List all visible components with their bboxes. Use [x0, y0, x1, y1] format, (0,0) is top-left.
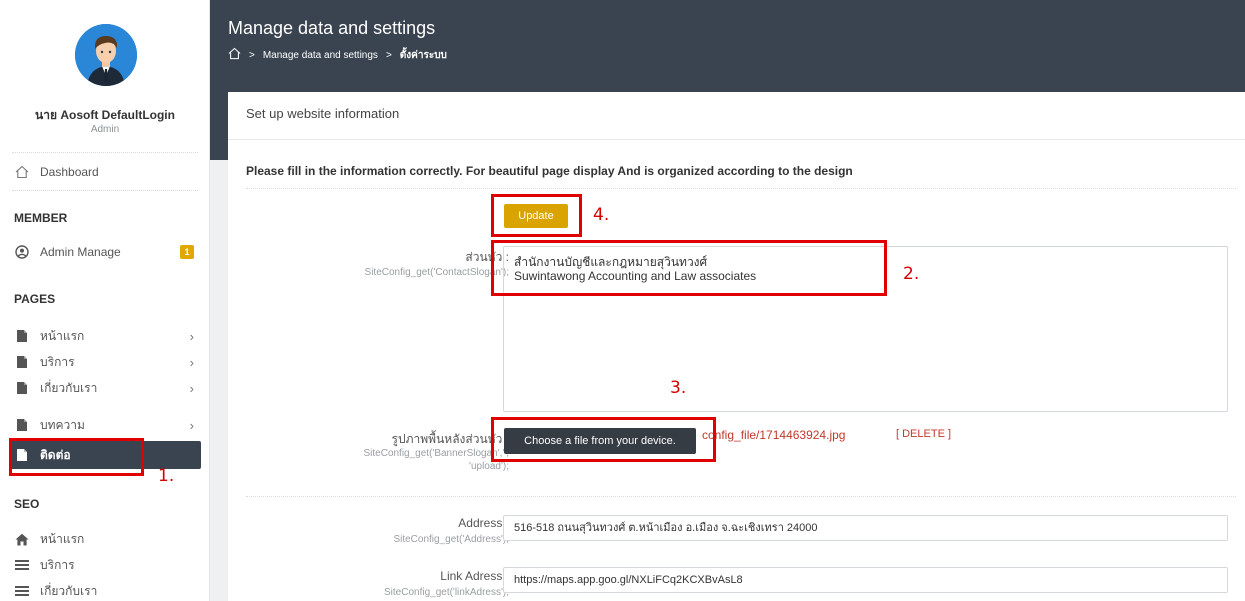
home-filled-icon — [14, 531, 30, 547]
divider — [12, 152, 198, 153]
instruction-text: Please fill in the information correctly… — [246, 164, 853, 178]
banner-code-line: SiteConfig_get('BannerSlogan','', — [363, 448, 509, 459]
annotation-box-2 — [491, 240, 887, 296]
chevron-right-icon: › — [189, 355, 194, 370]
sidebar-item-seo-about[interactable]: เกี่ยวกับเรา — [0, 578, 210, 601]
sidebar: นาย Aosoft DefaultLogin Admin Dashboard … — [0, 0, 210, 601]
panel-title: Set up website information — [246, 106, 400, 121]
chevron-right-icon: › — [189, 329, 194, 344]
banner-code-line: 'upload'); — [469, 461, 509, 472]
user-role: Admin — [90, 124, 120, 135]
sidebar-item-dashboard[interactable]: Dashboard — [0, 159, 210, 185]
annotation-label-1: 1. — [158, 466, 175, 486]
breadcrumb-separator: > — [249, 49, 255, 61]
sidebar-item-label: หน้าแรก — [40, 328, 85, 343]
sidebar-item-label: Admin Manage — [40, 245, 121, 259]
panel-header: Set up website information — [228, 92, 1245, 140]
breadcrumb-item-manage[interactable]: Manage data and settings — [263, 50, 378, 61]
home-icon[interactable] — [228, 47, 241, 63]
current-file-link[interactable]: config_file/1714463924.jpg — [702, 428, 845, 442]
breadcrumb-separator: > — [385, 49, 392, 61]
sidebar-item-page-articles[interactable]: บทความ › — [0, 412, 210, 438]
sidebar-item-page-home[interactable]: หน้าแรก › — [0, 323, 210, 349]
divider — [246, 496, 1236, 497]
breadcrumb-item-settings: ตั้งค่าระบบ — [399, 49, 447, 61]
section-heading-seo: SEO — [14, 497, 40, 511]
count-badge: 1 — [180, 245, 194, 259]
banner-code: SiteConfig_get('BannerSlogan','', 'uploa… — [363, 447, 509, 473]
sidebar-item-label: เกี่ยวกับเรา — [40, 380, 98, 395]
document-icon — [14, 328, 30, 344]
document-icon — [14, 354, 30, 370]
sidebar-item-seo-home[interactable]: หน้าแรก — [0, 526, 210, 552]
breadcrumb: > Manage data and settings > ตั้งค่าระบบ — [228, 47, 447, 63]
sidebar-item-admin-manage[interactable]: Admin Manage 1 — [0, 239, 210, 265]
delete-file-link[interactable]: [ DELETE ] — [896, 428, 951, 440]
annotation-box-3 — [491, 417, 716, 462]
annotation-box-1 — [9, 438, 144, 476]
app-root: Manage data and settings > Manage data a… — [0, 0, 1245, 601]
address-input[interactable]: 516-518 ถนนสุวินทวงศ์ ต.หน้าเมือง อ.เมือ… — [503, 515, 1228, 541]
sidebar-item-label: บริการ — [40, 354, 75, 369]
annotation-box-4 — [491, 194, 582, 237]
sidebar-item-label: เกี่ยวกับเรา — [40, 583, 98, 598]
avatar[interactable] — [75, 24, 137, 86]
chevron-right-icon: › — [189, 381, 194, 396]
sidebar-item-page-about[interactable]: เกี่ยวกับเรา › — [0, 375, 210, 401]
divider — [246, 188, 1236, 189]
list-icon — [14, 583, 30, 599]
annotation-label-3: 3. — [670, 378, 687, 398]
section-heading-member: MEMBER — [14, 211, 68, 225]
link-address-code: SiteConfig_get('linkAdress'); — [384, 587, 509, 598]
slogan-code: SiteConfig_get('ContactSlogan'); — [364, 267, 509, 278]
page-title: Manage data and settings — [228, 18, 436, 38]
sidebar-item-label: บริการ — [40, 557, 75, 572]
settings-panel: Set up website information Please fill i… — [228, 92, 1245, 601]
document-icon — [14, 380, 30, 396]
link-address-input[interactable]: https://maps.app.goo.gl/NXLiFCq2KCXBvAsL… — [503, 567, 1228, 593]
user-name: นาย Aosoft DefaultLogin — [35, 108, 175, 122]
section-heading-pages: PAGES — [14, 292, 56, 306]
document-icon — [14, 417, 30, 433]
divider — [12, 190, 198, 191]
home-icon — [14, 164, 30, 180]
sidebar-item-label: บทความ — [40, 417, 85, 432]
sidebar-item-seo-services[interactable]: บริการ — [0, 552, 210, 578]
chevron-right-icon: › — [189, 418, 194, 433]
sidebar-item-label: หน้าแรก — [40, 531, 85, 546]
list-icon — [14, 557, 30, 573]
annotation-label-4: 4. — [593, 205, 610, 225]
link-address-label: Link Adress : — [440, 569, 509, 583]
address-label: Address : — [458, 516, 509, 530]
user-circle-icon — [14, 244, 30, 260]
sidebar-item-page-services[interactable]: บริการ › — [0, 349, 210, 375]
sidebar-item-label: Dashboard — [40, 165, 99, 179]
annotation-label-2: 2. — [903, 264, 920, 284]
address-code: SiteConfig_get('Address'); — [393, 534, 509, 545]
